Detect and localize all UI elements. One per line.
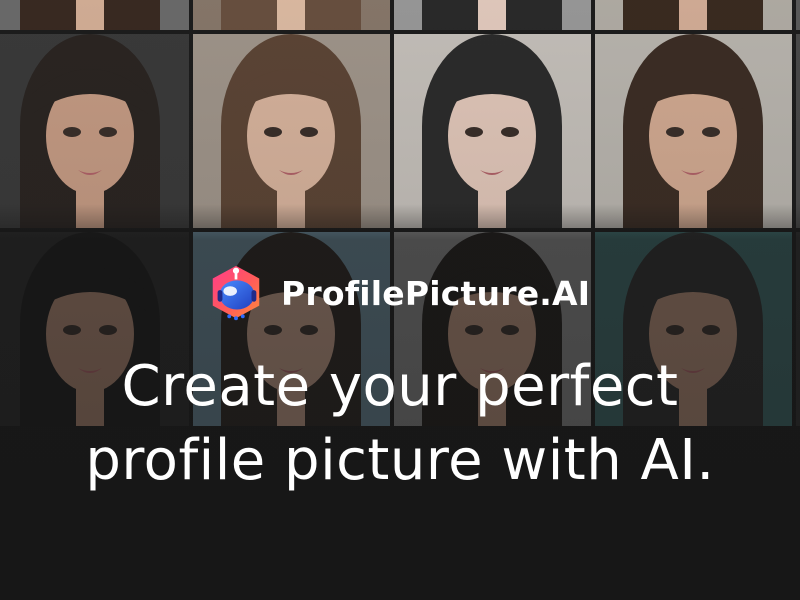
- portrait-tile: [796, 0, 800, 30]
- portrait-tile: [0, 0, 189, 30]
- portrait-tile: [0, 34, 189, 228]
- hero-banner: ProfilePicture.AI Create your perfect pr…: [0, 0, 800, 600]
- portrait-tile: [394, 34, 591, 228]
- portrait-tile: [193, 34, 390, 228]
- brand-name: ProfilePicture.AI: [281, 273, 591, 313]
- portrait-tile: [595, 34, 792, 228]
- portrait-tile: [796, 34, 800, 228]
- headline-line-1: Create your perfect: [121, 354, 679, 419]
- portrait-tile: [193, 0, 390, 30]
- brand-lockup: ProfilePicture.AI: [205, 262, 590, 324]
- robot-head-icon: [212, 265, 260, 321]
- portrait-tile: [595, 0, 792, 30]
- headline: Create your perfect profile picture with…: [0, 350, 800, 498]
- headline-line-2: profile picture with AI.: [85, 428, 715, 493]
- portrait-tile: [394, 0, 591, 30]
